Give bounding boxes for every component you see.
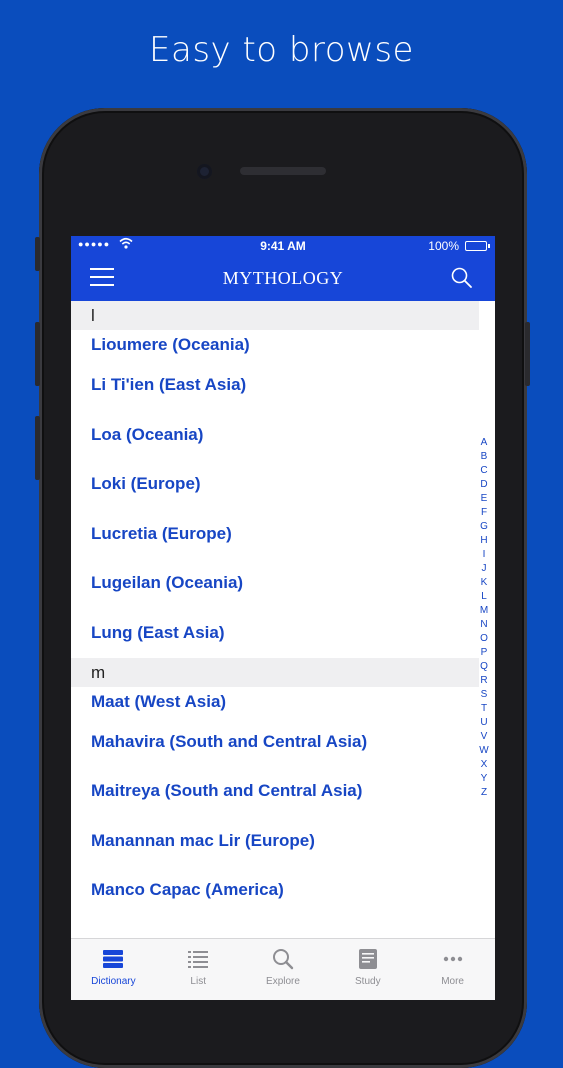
index-letter-c[interactable]: C <box>480 464 487 478</box>
index-letter-k[interactable]: K <box>481 576 488 590</box>
tab-explore[interactable]: Explore <box>241 939 326 1000</box>
list-item[interactable]: Lioumere (Oceania) <box>71 330 495 370</box>
index-letter-z[interactable]: Z <box>481 786 487 800</box>
tab-dictionary[interactable]: Dictionary <box>71 939 156 1000</box>
index-letter-e[interactable]: E <box>481 492 488 506</box>
list-icon <box>186 948 210 970</box>
list-item[interactable]: Loki (Europe) <box>71 469 495 519</box>
power-button <box>525 322 530 386</box>
app-screen: ●●●●● 9:41 AM 100% MYTHOLOGY l Lioumere … <box>71 236 495 1000</box>
index-letter-p[interactable]: P <box>481 646 488 660</box>
index-letter-b[interactable]: B <box>481 450 488 464</box>
tab-list[interactable]: List <box>156 939 241 1000</box>
list-item[interactable]: Mahavira (South and Central Asia) <box>71 727 495 777</box>
mute-switch <box>35 237 40 271</box>
index-letter-j[interactable]: J <box>482 562 487 576</box>
list-item[interactable]: Lucretia (Europe) <box>71 519 495 569</box>
tab-label: List <box>190 976 206 987</box>
volume-down-button <box>35 416 40 480</box>
index-letter-i[interactable]: I <box>483 548 486 562</box>
list-item[interactable]: Maitreya (South and Central Asia) <box>71 776 495 826</box>
index-letter-h[interactable]: H <box>480 534 487 548</box>
tab-more[interactable]: More <box>410 939 495 1000</box>
index-letter-w[interactable]: W <box>479 744 488 758</box>
more-icon <box>441 948 465 970</box>
index-letter-l[interactable]: L <box>481 590 487 604</box>
index-letter-f[interactable]: F <box>481 506 487 520</box>
dictionary-list[interactable]: l Lioumere (Oceania) Li Ti'ien (East Asi… <box>71 301 495 938</box>
tab-label: Explore <box>266 976 300 987</box>
promo-headline: Easy to browse <box>149 30 414 70</box>
tab-label: Dictionary <box>91 976 136 987</box>
battery-percent: 100% <box>428 239 459 253</box>
section-header-m: m <box>71 657 479 687</box>
index-letter-u[interactable]: U <box>480 716 487 730</box>
index-letter-x[interactable]: X <box>481 758 488 772</box>
index-letter-a[interactable]: A <box>481 436 488 450</box>
tab-label: Study <box>355 976 381 987</box>
list-item[interactable]: Manannan mac Lir (Europe) <box>71 826 495 876</box>
index-letter-t[interactable]: T <box>481 702 487 716</box>
index-letter-o[interactable]: O <box>480 632 488 646</box>
list-item[interactable]: Loa (Oceania) <box>71 420 495 470</box>
alphabet-index[interactable]: ABCDEFGHIJKLMNOPQRSTUVWXYZ <box>477 436 491 800</box>
index-letter-m[interactable]: M <box>480 604 488 618</box>
list-item[interactable]: Li Ti'ien (East Asia) <box>71 370 495 420</box>
search-icon[interactable] <box>451 267 473 289</box>
index-letter-s[interactable]: S <box>481 688 488 702</box>
front-camera <box>197 164 212 179</box>
status-bar: ●●●●● 9:41 AM 100% <box>71 236 495 256</box>
hamburger-menu-icon[interactable] <box>90 268 114 286</box>
volume-up-button <box>35 322 40 386</box>
index-letter-n[interactable]: N <box>480 618 487 632</box>
nav-bar: MYTHOLOGY <box>71 256 495 301</box>
tab-study[interactable]: Study <box>325 939 410 1000</box>
list-item[interactable]: Manco Capac (America) <box>71 875 495 925</box>
battery-icon <box>465 241 487 251</box>
index-letter-d[interactable]: D <box>480 478 487 492</box>
index-letter-y[interactable]: Y <box>481 772 488 786</box>
tab-bar: Dictionary List Explore Study More <box>71 938 495 1000</box>
earpiece-speaker <box>240 167 326 175</box>
search-icon <box>271 948 295 970</box>
list-item[interactable]: Lugeilan (Oceania) <box>71 568 495 618</box>
index-letter-v[interactable]: V <box>481 730 488 744</box>
section-header-l: l <box>71 301 479 330</box>
list-item[interactable]: Maat (West Asia) <box>71 687 495 727</box>
list-item[interactable]: Lung (East Asia) <box>71 618 495 658</box>
index-letter-g[interactable]: G <box>480 520 488 534</box>
index-letter-r[interactable]: R <box>480 674 487 688</box>
nav-title: MYTHOLOGY <box>222 268 344 288</box>
tab-label: More <box>441 976 464 987</box>
study-icon <box>356 948 380 970</box>
index-letter-q[interactable]: Q <box>480 660 488 674</box>
battery-tip <box>488 244 490 248</box>
dictionary-icon <box>101 948 125 970</box>
